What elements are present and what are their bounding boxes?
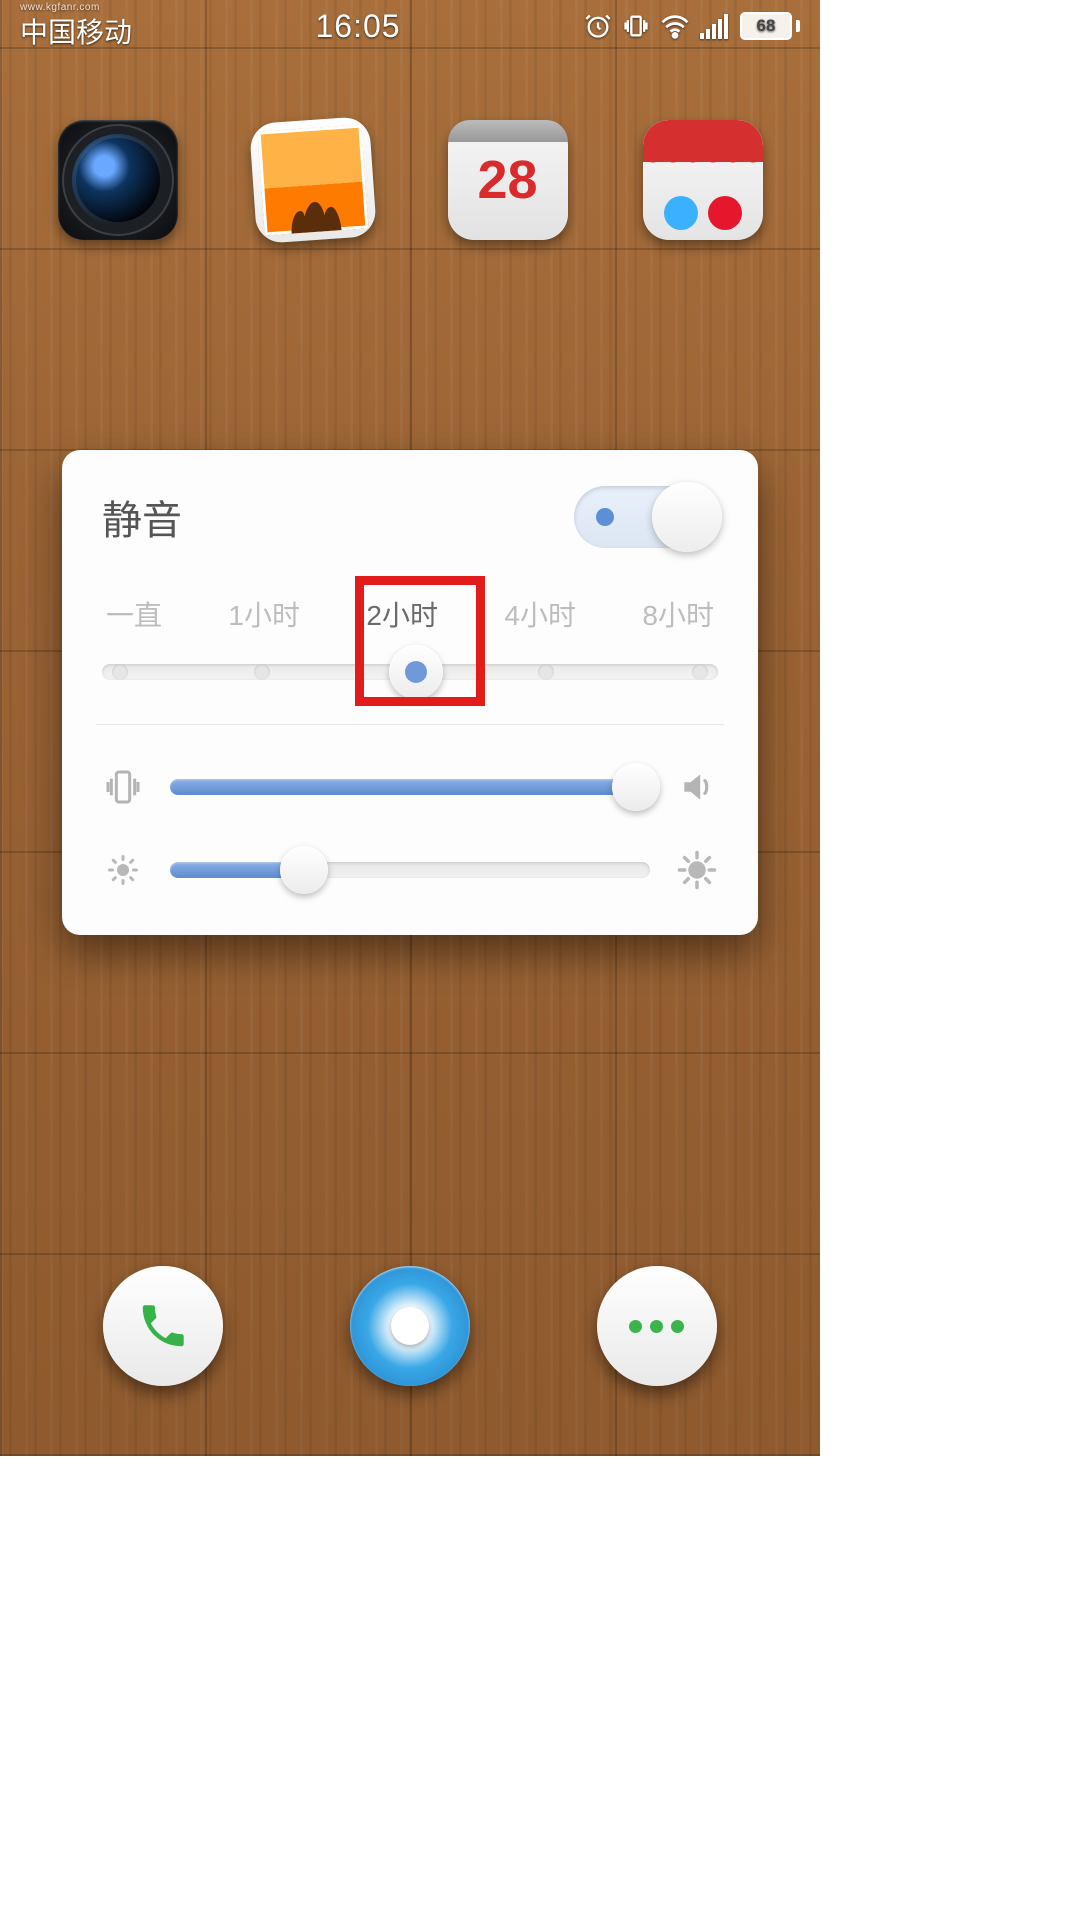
- duration-option-4[interactable]: 8小时: [642, 594, 714, 634]
- status-bar: www.kgfanr.com 中国移动 16:05 68: [0, 0, 820, 52]
- carrier-label: 中国移动: [20, 11, 132, 51]
- launcher-button[interactable]: [350, 1266, 470, 1386]
- duration-option-1[interactable]: 1小时: [228, 594, 300, 634]
- volume-slider[interactable]: [170, 779, 650, 795]
- volume-row: [102, 767, 718, 807]
- silent-toggle[interactable]: [574, 486, 718, 548]
- duration-option-2[interactable]: 2小时: [366, 594, 438, 634]
- camera-app-icon[interactable]: [58, 120, 178, 240]
- battery-percent: 68: [757, 16, 776, 36]
- brightness-low-icon: [102, 852, 144, 888]
- watermark-text: www.kgfanr.com: [20, 2, 100, 13]
- brightness-high-icon: [676, 849, 718, 891]
- battery-indicator: 68: [740, 12, 800, 40]
- clock: 16:05: [315, 8, 400, 45]
- brightness-row: [102, 849, 718, 891]
- speaker-icon: [676, 768, 718, 806]
- duration-track[interactable]: [102, 664, 718, 680]
- brightness-slider[interactable]: [170, 862, 650, 878]
- alarm-icon: [584, 12, 612, 40]
- calendar-app-icon[interactable]: 28: [448, 120, 568, 240]
- home-app-row: 28: [0, 105, 820, 255]
- calendar-day: 28: [477, 149, 537, 211]
- dock: [0, 1256, 820, 1396]
- duration-option-3[interactable]: 4小时: [504, 594, 576, 634]
- divider: [96, 724, 724, 725]
- brightness-thumb[interactable]: [280, 846, 328, 894]
- phone-button[interactable]: [103, 1266, 223, 1386]
- messages-button[interactable]: [597, 1266, 717, 1386]
- signal-icon: [700, 13, 730, 39]
- vibrate-phone-icon: [102, 767, 144, 807]
- vibrate-icon: [622, 12, 650, 40]
- wifi-icon: [660, 13, 690, 39]
- gallery-app-icon[interactable]: [248, 116, 376, 244]
- phone-icon: [136, 1299, 190, 1353]
- messages-icon: [629, 1320, 684, 1333]
- app-store-icon[interactable]: [643, 120, 763, 240]
- duration-thumb[interactable]: [389, 645, 443, 699]
- gallery-silhouette: [278, 186, 351, 235]
- silent-mode-panel: 静音 一直 1小时 2小时 4小时 8小时: [62, 450, 758, 935]
- launcher-icon: [391, 1307, 429, 1345]
- duration-option-0[interactable]: 一直: [106, 594, 162, 634]
- volume-thumb[interactable]: [612, 763, 660, 811]
- panel-title: 静音: [102, 488, 182, 546]
- duration-stepper[interactable]: 一直 1小时 2小时 4小时 8小时: [102, 594, 718, 680]
